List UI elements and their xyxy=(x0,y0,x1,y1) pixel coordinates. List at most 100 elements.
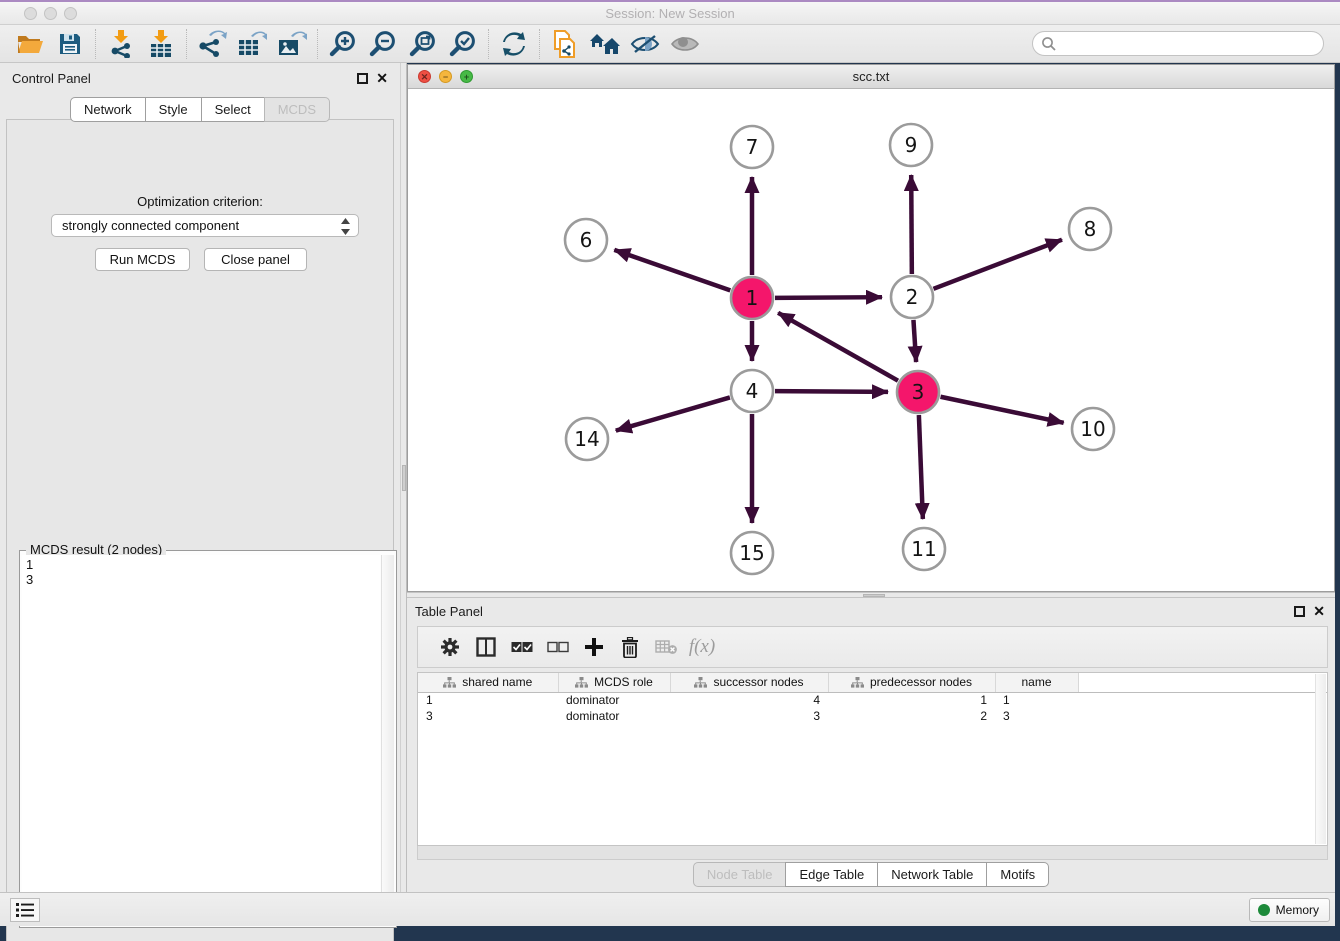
export-network-icon[interactable] xyxy=(192,27,232,61)
splitter-grip[interactable] xyxy=(863,594,885,597)
close-panel-button[interactable]: Close panel xyxy=(204,248,307,271)
checked-boxes-icon[interactable] xyxy=(504,631,540,663)
graph-node-label-10: 10 xyxy=(1080,417,1105,441)
documents-share-icon[interactable] xyxy=(545,27,585,61)
graph-edge-2-3[interactable] xyxy=(913,320,916,362)
vertical-splitter[interactable] xyxy=(400,63,407,892)
open-session-icon[interactable] xyxy=(10,27,50,61)
table-cell[interactable]: dominator xyxy=(558,692,670,708)
close-panel-icon[interactable]: ✕ xyxy=(1313,603,1325,620)
table-cell[interactable]: 1 xyxy=(828,692,995,708)
graph-edge-2-8[interactable] xyxy=(933,240,1061,289)
tab-network[interactable]: Network xyxy=(70,97,146,122)
save-session-icon[interactable] xyxy=(50,27,90,61)
zoom-selected-icon[interactable] xyxy=(443,27,483,61)
function-icon[interactable]: f(x) xyxy=(684,631,720,663)
control-panel-title: Control Panel xyxy=(12,71,91,86)
tab-style[interactable]: Style xyxy=(145,97,202,122)
unchecked-boxes-icon[interactable] xyxy=(540,631,576,663)
table-cell[interactable]: 3 xyxy=(995,708,1078,724)
network-graph: 7968124314101511 xyxy=(409,89,1333,591)
graph-edge-1-6[interactable] xyxy=(614,250,730,291)
export-table-icon[interactable] xyxy=(232,27,272,61)
zoom-fit-icon[interactable] xyxy=(403,27,443,61)
import-table-icon[interactable] xyxy=(141,27,181,61)
search-input[interactable] xyxy=(1032,31,1324,56)
eye-icon[interactable] xyxy=(665,27,705,61)
run-mcds-button[interactable]: Run MCDS xyxy=(95,248,190,271)
network-canvas[interactable]: 7968124314101511 xyxy=(409,89,1333,591)
graph-node-label-11: 11 xyxy=(911,537,936,561)
network-title: scc.txt xyxy=(408,69,1334,84)
tab-select[interactable]: Select xyxy=(201,97,265,122)
graph-edge-4-14[interactable] xyxy=(616,397,730,430)
graph-node-label-15: 15 xyxy=(739,541,764,565)
column-header[interactable]: successor nodes xyxy=(670,673,828,692)
eye-slash-icon[interactable] xyxy=(625,27,665,61)
table-cell[interactable]: 1 xyxy=(995,692,1078,708)
plus-icon[interactable] xyxy=(576,631,612,663)
search-icon xyxy=(1041,36,1056,51)
import-network-icon[interactable] xyxy=(101,27,141,61)
zoom-out-icon[interactable] xyxy=(363,27,403,61)
column-header[interactable]: shared name xyxy=(418,673,558,692)
table-cell[interactable]: dominator xyxy=(558,708,670,724)
table-cell[interactable]: 3 xyxy=(670,708,828,724)
close-panel-label: Close panel xyxy=(221,252,290,267)
graph-node-label-1: 1 xyxy=(746,286,759,310)
tab-edge-table[interactable]: Edge Table xyxy=(785,862,878,887)
table-cell[interactable]: 1 xyxy=(418,692,558,708)
optimization-select[interactable]: strongly connected component xyxy=(51,214,359,237)
table-row[interactable]: 3dominator323 xyxy=(418,708,1327,724)
graph-edge-1-2[interactable] xyxy=(775,297,882,298)
table-cell[interactable]: 3 xyxy=(418,708,558,724)
table-scrollbar[interactable] xyxy=(1315,674,1326,844)
mcds-result-text[interactable]: 1 3 xyxy=(22,555,380,925)
float-panel-icon[interactable] xyxy=(1294,606,1305,617)
toolbar-separator xyxy=(539,29,540,59)
houses-icon[interactable] xyxy=(585,27,625,61)
status-bar: Memory xyxy=(0,892,1340,926)
tab-network-table[interactable]: Network Table xyxy=(877,862,987,887)
column-header[interactable]: name xyxy=(995,673,1078,692)
close-panel-icon[interactable]: ✕ xyxy=(376,70,388,87)
zoom-in-icon[interactable] xyxy=(323,27,363,61)
table-row[interactable]: 1dominator411 xyxy=(418,692,1327,708)
header-filler xyxy=(1078,673,1327,692)
cell-filler xyxy=(1078,692,1327,708)
graph-edge-3-10[interactable] xyxy=(941,397,1064,423)
tab-motifs[interactable]: Motifs xyxy=(986,862,1049,887)
export-image-icon[interactable] xyxy=(272,27,312,61)
table-columns-icon[interactable] xyxy=(468,631,504,663)
table-cell[interactable]: 4 xyxy=(670,692,828,708)
float-panel-icon[interactable] xyxy=(357,73,368,84)
graph-edge-2-9[interactable] xyxy=(911,175,912,274)
toolbar-separator xyxy=(317,29,318,59)
graph-edge-4-3[interactable] xyxy=(775,391,888,392)
graph-edge-3-1[interactable] xyxy=(778,313,898,381)
result-scrollbar[interactable] xyxy=(381,555,394,925)
tab-mcds[interactable]: MCDS xyxy=(264,97,330,122)
node-table-grid[interactable]: shared nameMCDS rolesuccessor nodesprede… xyxy=(418,673,1327,724)
graph-node-label-2: 2 xyxy=(906,285,919,309)
run-mcds-label: Run MCDS xyxy=(110,252,176,267)
delete-table-icon[interactable] xyxy=(648,631,684,663)
table-cell[interactable]: 2 xyxy=(828,708,995,724)
trash-icon[interactable] xyxy=(612,631,648,663)
graph-node-label-9: 9 xyxy=(905,133,918,157)
sort-tree-icon xyxy=(443,677,456,688)
network-window-titlebar: ✕ − + scc.txt xyxy=(408,65,1334,89)
splitter-grip[interactable] xyxy=(402,465,406,491)
column-header[interactable]: MCDS role xyxy=(558,673,670,692)
refresh-layout-icon[interactable] xyxy=(494,27,534,61)
cell-filler xyxy=(1078,708,1327,724)
gear-icon[interactable] xyxy=(432,631,468,663)
graph-edge-3-11[interactable] xyxy=(919,415,923,519)
graph-node-label-14: 14 xyxy=(574,427,599,451)
memory-button[interactable]: Memory xyxy=(1249,898,1330,922)
network-window: ✕ − + scc.txt 7968124314101511 xyxy=(407,64,1335,592)
task-list-icon[interactable] xyxy=(10,898,40,922)
tab-node-table[interactable]: Node Table xyxy=(693,862,787,887)
memory-status-icon xyxy=(1258,904,1270,916)
column-header[interactable]: predecessor nodes xyxy=(828,673,995,692)
